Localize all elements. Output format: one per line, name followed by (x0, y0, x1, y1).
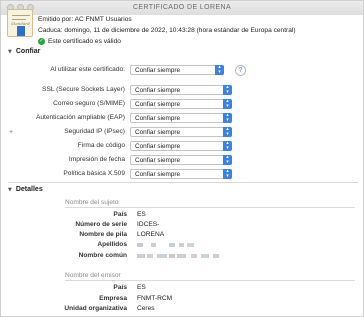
trust-label-ipsec: Seguridad IP (IPsec) (64, 128, 125, 135)
issuer-country-value: ES (137, 284, 146, 291)
chevron-updown-icon: ▴ ▾ (223, 99, 232, 109)
subject-country-label: País (113, 211, 127, 218)
subject-given-name-label: Nombre de pila (79, 231, 127, 238)
when-using-select[interactable]: Confiar siempre ▴ ▾ (130, 65, 224, 75)
issuer-group-line (65, 280, 355, 281)
trust-value: Confiar siempre (135, 157, 181, 164)
detalles-disclosure[interactable]: ▼ Detalles (8, 186, 43, 193)
trust-value: Confiar siempre (135, 87, 181, 94)
trust-select-ssl[interactable]: Confiar siempre ▴ ▾ (130, 85, 232, 95)
trust-value: Confiar siempre (135, 129, 181, 136)
trust-select-ipsec[interactable]: Confiar siempre ▴ ▾ (130, 127, 232, 137)
disclosure-down-icon: ▼ (8, 186, 12, 193)
trust-value: Confiar siempre (135, 101, 181, 108)
trust-value: Confiar siempre (135, 115, 181, 122)
subject-given-name-value: LORENA (137, 231, 165, 238)
issuer-org-value: FNMT-RCM (137, 295, 173, 302)
issuer-text: Emitido por: AC FNMT Usuarios (38, 16, 132, 23)
trust-label-eap: Autenticación ampliable (EAP) (35, 114, 125, 121)
subject-serial-label: Número de serie (75, 221, 127, 228)
validity-text: Este certificado es válido (48, 38, 121, 45)
chevron-updown-icon: ▴ ▾ (223, 127, 232, 137)
chevron-updown-icon: ▴ ▾ (223, 155, 232, 165)
issuer-ou-value: Ceres (137, 305, 155, 312)
issuer-org-label: Empresa (99, 295, 127, 302)
chevron-updown-icon: ▴ ▾ (223, 85, 232, 95)
trust-select-x509[interactable]: Confiar siempre ▴ ▾ (130, 169, 232, 179)
when-using-label: Al utilizar este certificado: (50, 66, 125, 73)
issuer-group-title: Nombre del emisor (65, 272, 121, 279)
detalles-title: Detalles (15, 186, 43, 193)
trust-label-ssl: SSL (Secure Sockets Layer) (42, 86, 125, 93)
subject-group-line (65, 207, 355, 208)
when-using-value: Confiar siempre (135, 67, 181, 74)
trust-select-smime[interactable]: Confiar siempre ▴ ▾ (130, 99, 232, 109)
chevron-updown-icon: ▴ ▾ (223, 141, 232, 151)
confiar-title: Confiar (15, 48, 41, 55)
trust-select-timestamp[interactable]: Confiar siempre ▴ ▾ (130, 155, 232, 165)
trust-select-eap[interactable]: Confiar siempre ▴ ▾ (130, 113, 232, 123)
window-title: CERTIFICADO DE LORENA (132, 4, 232, 11)
certificate-icon: Standard (7, 9, 33, 37)
help-button[interactable]: ? (235, 65, 246, 76)
trust-value: Confiar siempre (135, 171, 181, 178)
trust-value: Confiar siempre (135, 143, 181, 150)
trust-label-x509: Política básica X.509 (63, 170, 125, 177)
certificate-window: CERTIFICADO DE LORENA Standard Emitido p… (0, 0, 364, 317)
trust-label-smime: Correo seguro (S/MIME) (53, 100, 125, 107)
issuer-ou-label: Unidad organizativa (64, 305, 127, 312)
issuer-country-label: País (113, 284, 127, 291)
chevron-updown-icon: ▴ ▾ (215, 65, 224, 75)
disclosure-down-icon: ▼ (8, 48, 12, 55)
subject-country-value: ES (137, 211, 146, 218)
subject-surname-label: Apellidos (97, 241, 127, 248)
title-bar: CERTIFICADO DE LORENA (1, 1, 363, 15)
chevron-updown-icon: ▴ ▾ (223, 113, 232, 123)
confiar-disclosure[interactable]: ▼ Confiar (8, 48, 40, 55)
subject-serial-value: IDCES- (137, 221, 160, 228)
check-icon: ✓ (38, 38, 45, 45)
trust-label-code-signing: Firma de código (77, 142, 125, 149)
chevron-updown-icon: ▴ ▾ (223, 169, 232, 179)
trust-label-timestamp: Impresión de fecha (68, 156, 125, 163)
expiry-text: Caduca: domingo, 11 de diciembre de 2022… (38, 27, 296, 34)
subject-common-name-label: Nombre común (78, 252, 127, 259)
validity-status: ✓ Este certificado es válido (38, 38, 121, 45)
subject-group-title: Nombre del sujeto (65, 199, 119, 206)
section-divider (8, 182, 358, 183)
trust-select-code-signing[interactable]: Confiar siempre ▴ ▾ (130, 141, 232, 151)
